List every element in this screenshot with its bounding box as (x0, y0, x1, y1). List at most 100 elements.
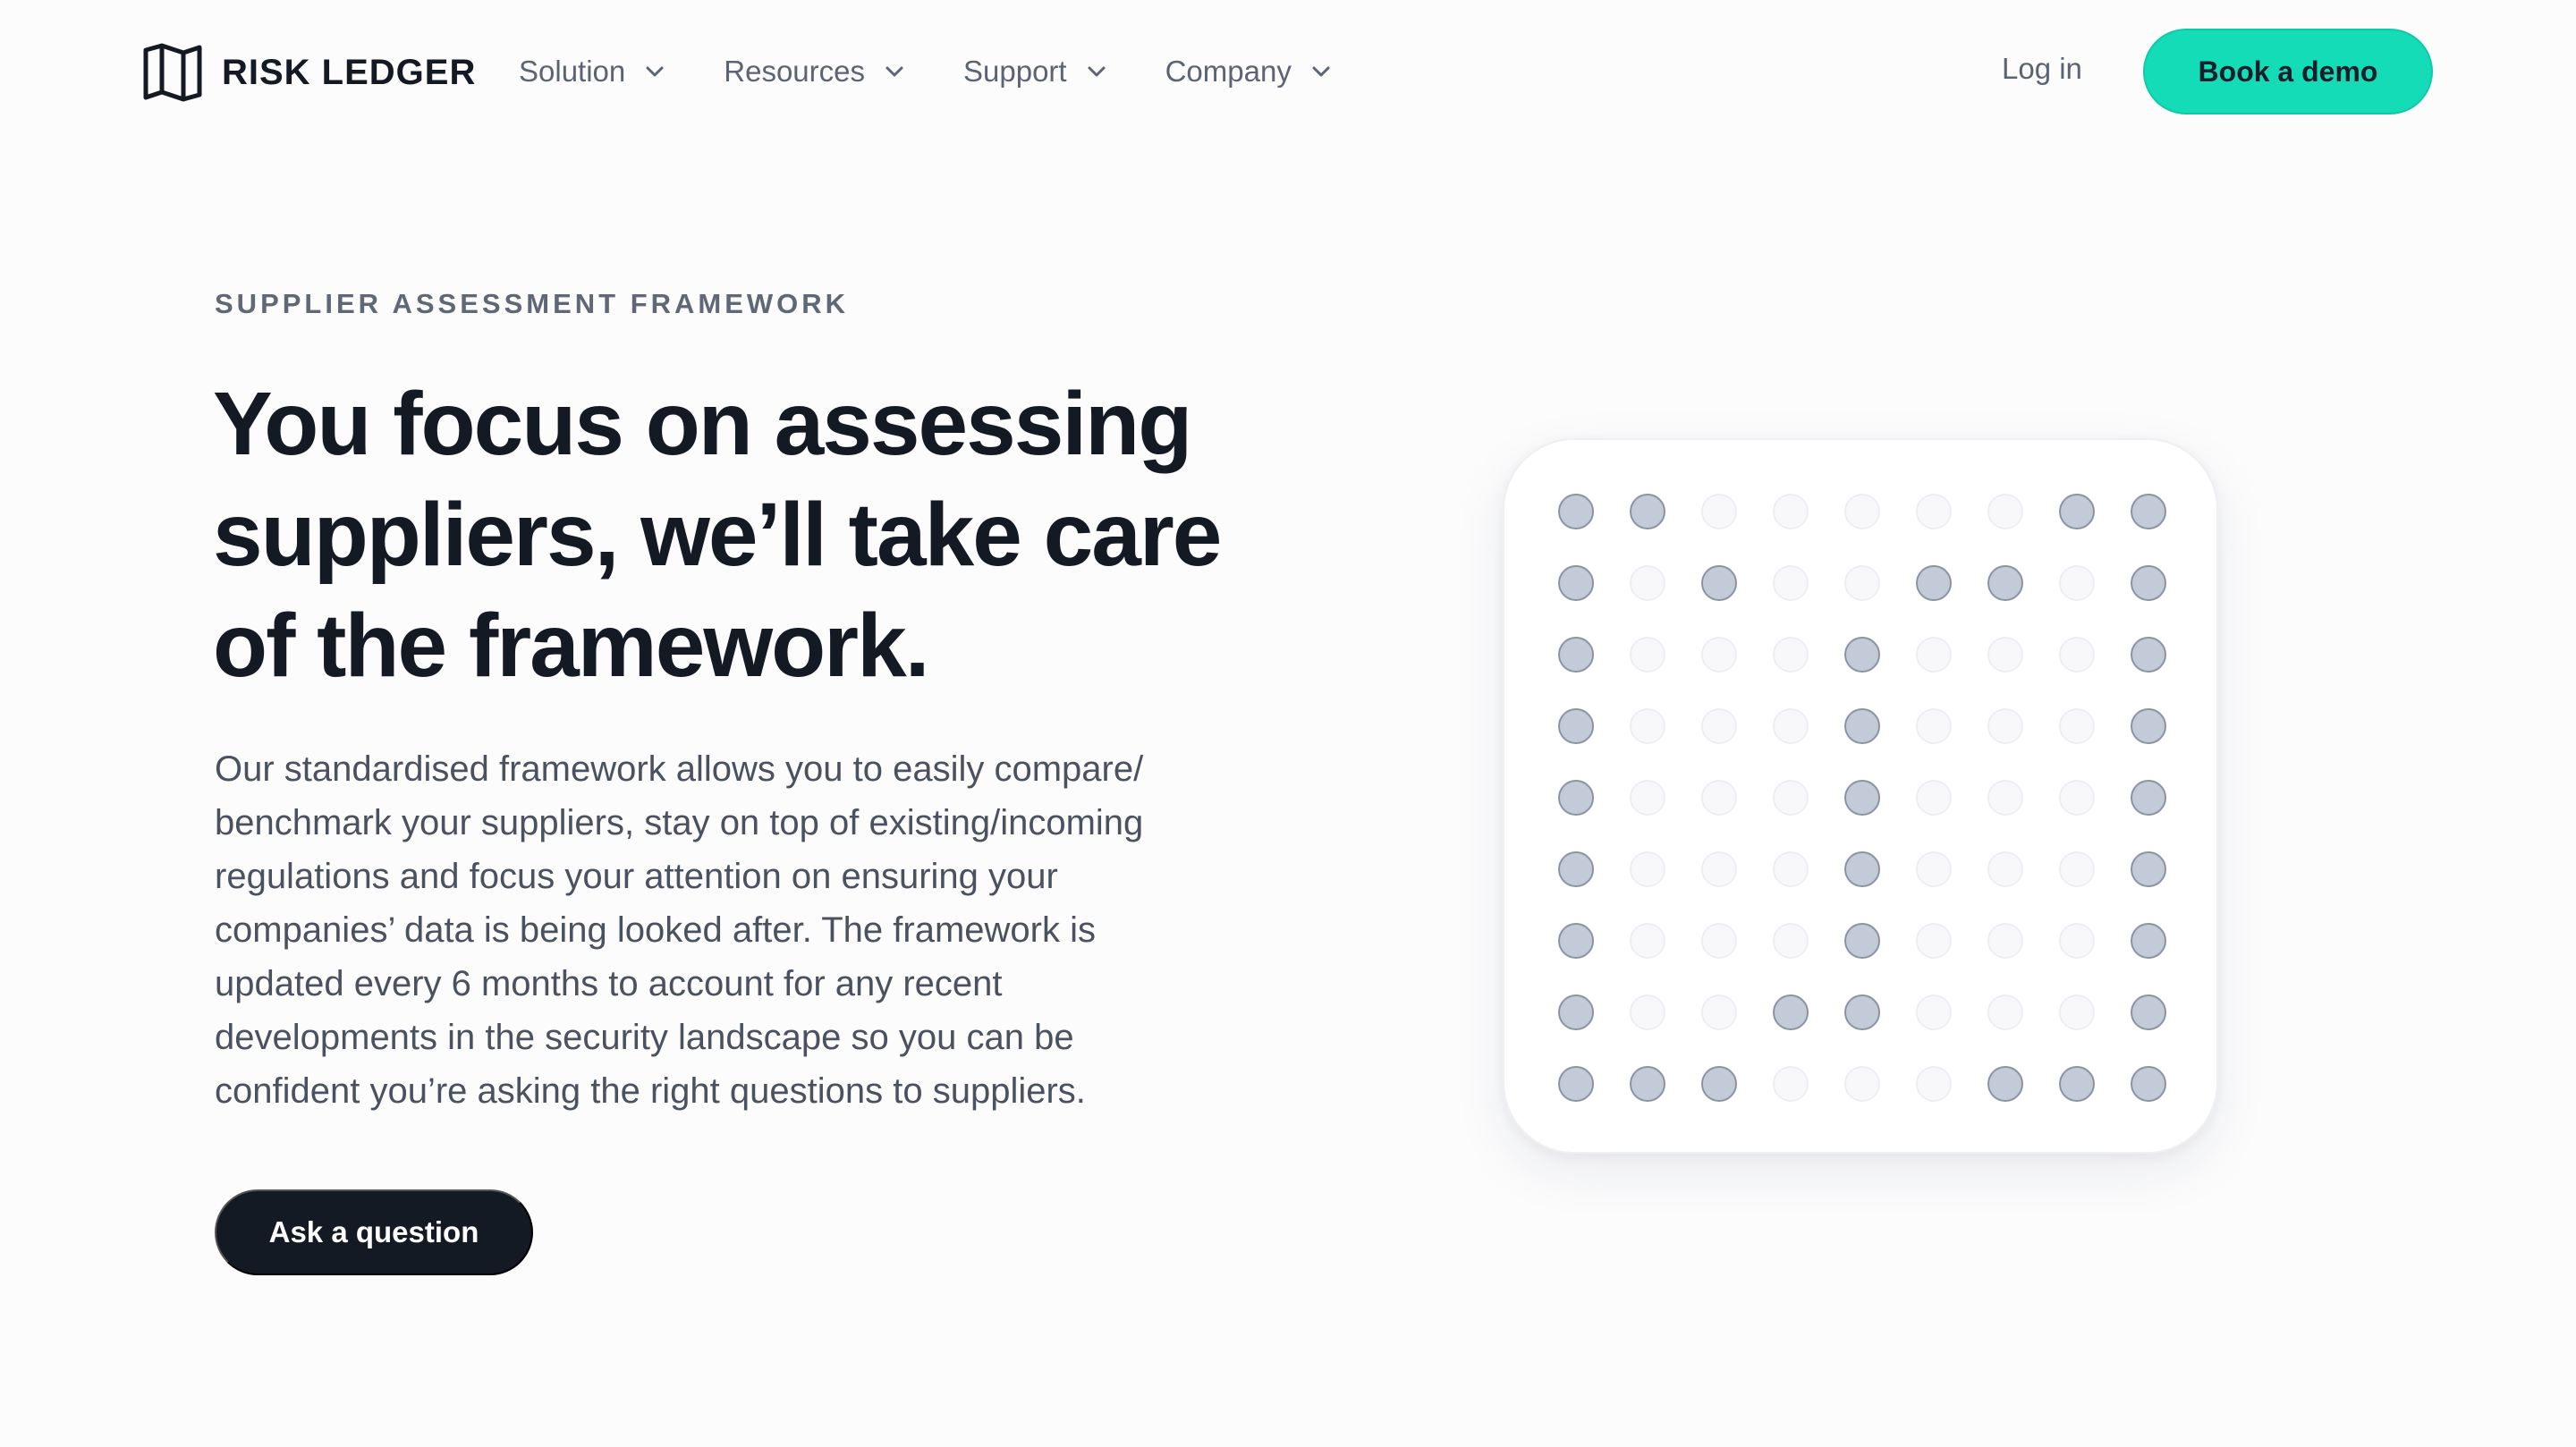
dot-empty (1773, 637, 1809, 673)
dot-filled (1844, 994, 1880, 1030)
dot-empty (1630, 565, 1665, 601)
dot-filled (1558, 565, 1594, 601)
dot-empty (1916, 851, 1952, 887)
dot-empty (1987, 923, 2023, 959)
dot-filled (1630, 1066, 1665, 1102)
dot-empty (1630, 851, 1665, 887)
dot-empty (2059, 994, 2095, 1030)
dot-filled (1558, 994, 1594, 1030)
dot-empty (1987, 708, 2023, 744)
dot-empty (1701, 923, 1737, 959)
dot-filled (2131, 1066, 2166, 1102)
dot-empty (1701, 780, 1737, 816)
hero-headline: You focus on assessing suppliers, we’ll … (213, 368, 1286, 701)
dot-empty (1916, 708, 1952, 744)
dot-filled (1844, 637, 1880, 673)
nav-label: Resources (724, 55, 865, 88)
nav-label: Company (1165, 55, 1292, 88)
ledger-logo-icon (143, 43, 202, 102)
site-header: RISK LEDGER Solution Resources Support C… (0, 0, 2576, 143)
dot-empty (2059, 923, 2095, 959)
dot-filled (2131, 637, 2166, 673)
dot-empty (1916, 1066, 1952, 1102)
headline-line: suppliers, we’ll take care (213, 485, 1222, 585)
dot-filled (2059, 494, 2095, 529)
dot-empty (1916, 637, 1952, 673)
dot-empty (2059, 780, 2095, 816)
chevron-down-icon (1312, 66, 1330, 77)
dot-empty (1987, 851, 2023, 887)
dot-empty (1916, 494, 1952, 529)
description-line: Our standardised framework allows you to… (215, 749, 1144, 789)
nav-item-company[interactable]: Company (1165, 55, 1331, 89)
dot-filled (1630, 494, 1665, 529)
chevron-down-icon (1088, 66, 1106, 77)
dot-empty (1844, 1066, 1880, 1102)
dot-empty (1987, 494, 2023, 529)
login-link[interactable]: Log in (2002, 52, 2082, 86)
description-line: benchmark your suppliers, stay on top of… (215, 803, 1144, 842)
dot-filled (1701, 1066, 1737, 1102)
page: RISK LEDGER Solution Resources Support C… (0, 0, 2576, 1447)
dot-empty (1916, 923, 1952, 959)
dot-grid-illustration (1558, 494, 2166, 1102)
dot-filled (1558, 780, 1594, 816)
dot-empty (1773, 1066, 1809, 1102)
dot-filled (1773, 994, 1809, 1030)
nav-item-resources[interactable]: Resources (724, 55, 904, 89)
description-line: updated every 6 months to account for an… (215, 964, 1003, 1003)
main-nav: Solution Resources Support Company (519, 47, 1390, 97)
description-line: confident you’re asking the right questi… (215, 1071, 1086, 1111)
dot-filled (1701, 565, 1737, 601)
nav-item-solution[interactable]: Solution (519, 55, 665, 89)
dot-empty (1773, 780, 1809, 816)
nav-label: Support (963, 55, 1067, 88)
dot-filled (1844, 851, 1880, 887)
chevron-down-icon (886, 66, 903, 77)
logo[interactable]: RISK LEDGER (141, 43, 476, 102)
dot-empty (1630, 923, 1665, 959)
dot-filled (1558, 637, 1594, 673)
dot-empty (1701, 994, 1737, 1030)
dot-empty (1701, 494, 1737, 529)
description-line: companies’ data is being looked after. T… (215, 910, 1096, 950)
dot-empty (1916, 780, 1952, 816)
book-demo-button[interactable]: Book a demo (2143, 29, 2433, 114)
dot-empty (1773, 494, 1809, 529)
dot-filled (1558, 923, 1594, 959)
dot-empty (1987, 780, 2023, 816)
dot-empty (1630, 994, 1665, 1030)
dot-filled (2131, 923, 2166, 959)
headline-line: of the framework. (213, 596, 930, 696)
dot-empty (2059, 565, 2095, 601)
dot-grid-card (1503, 438, 2218, 1154)
dot-filled (2131, 851, 2166, 887)
dot-filled (2131, 708, 2166, 744)
dot-empty (1630, 637, 1665, 673)
dot-filled (1558, 494, 1594, 529)
ask-question-button[interactable]: Ask a question (215, 1189, 533, 1275)
dot-empty (1844, 565, 1880, 601)
dot-empty (1844, 494, 1880, 529)
dot-empty (1701, 637, 1737, 673)
nav-item-support[interactable]: Support (963, 55, 1106, 89)
dot-filled (2131, 780, 2166, 816)
dot-empty (1773, 923, 1809, 959)
dot-empty (1630, 708, 1665, 744)
dot-filled (2131, 494, 2166, 529)
dot-filled (1916, 565, 1952, 601)
dot-empty (2059, 708, 2095, 744)
dot-filled (1558, 1066, 1594, 1102)
dot-empty (1773, 565, 1809, 601)
eyebrow-label: SUPPLIER ASSESSMENT FRAMEWORK (215, 288, 850, 319)
description-line: developments in the security landscape s… (215, 1018, 1074, 1057)
dot-filled (1558, 851, 1594, 887)
dot-filled (1987, 1066, 2023, 1102)
dot-empty (1987, 994, 2023, 1030)
nav-label: Solution (519, 55, 626, 88)
dot-empty (1701, 851, 1737, 887)
dot-empty (2059, 637, 2095, 673)
dot-filled (2131, 994, 2166, 1030)
dot-empty (1630, 780, 1665, 816)
dot-filled (2131, 565, 2166, 601)
